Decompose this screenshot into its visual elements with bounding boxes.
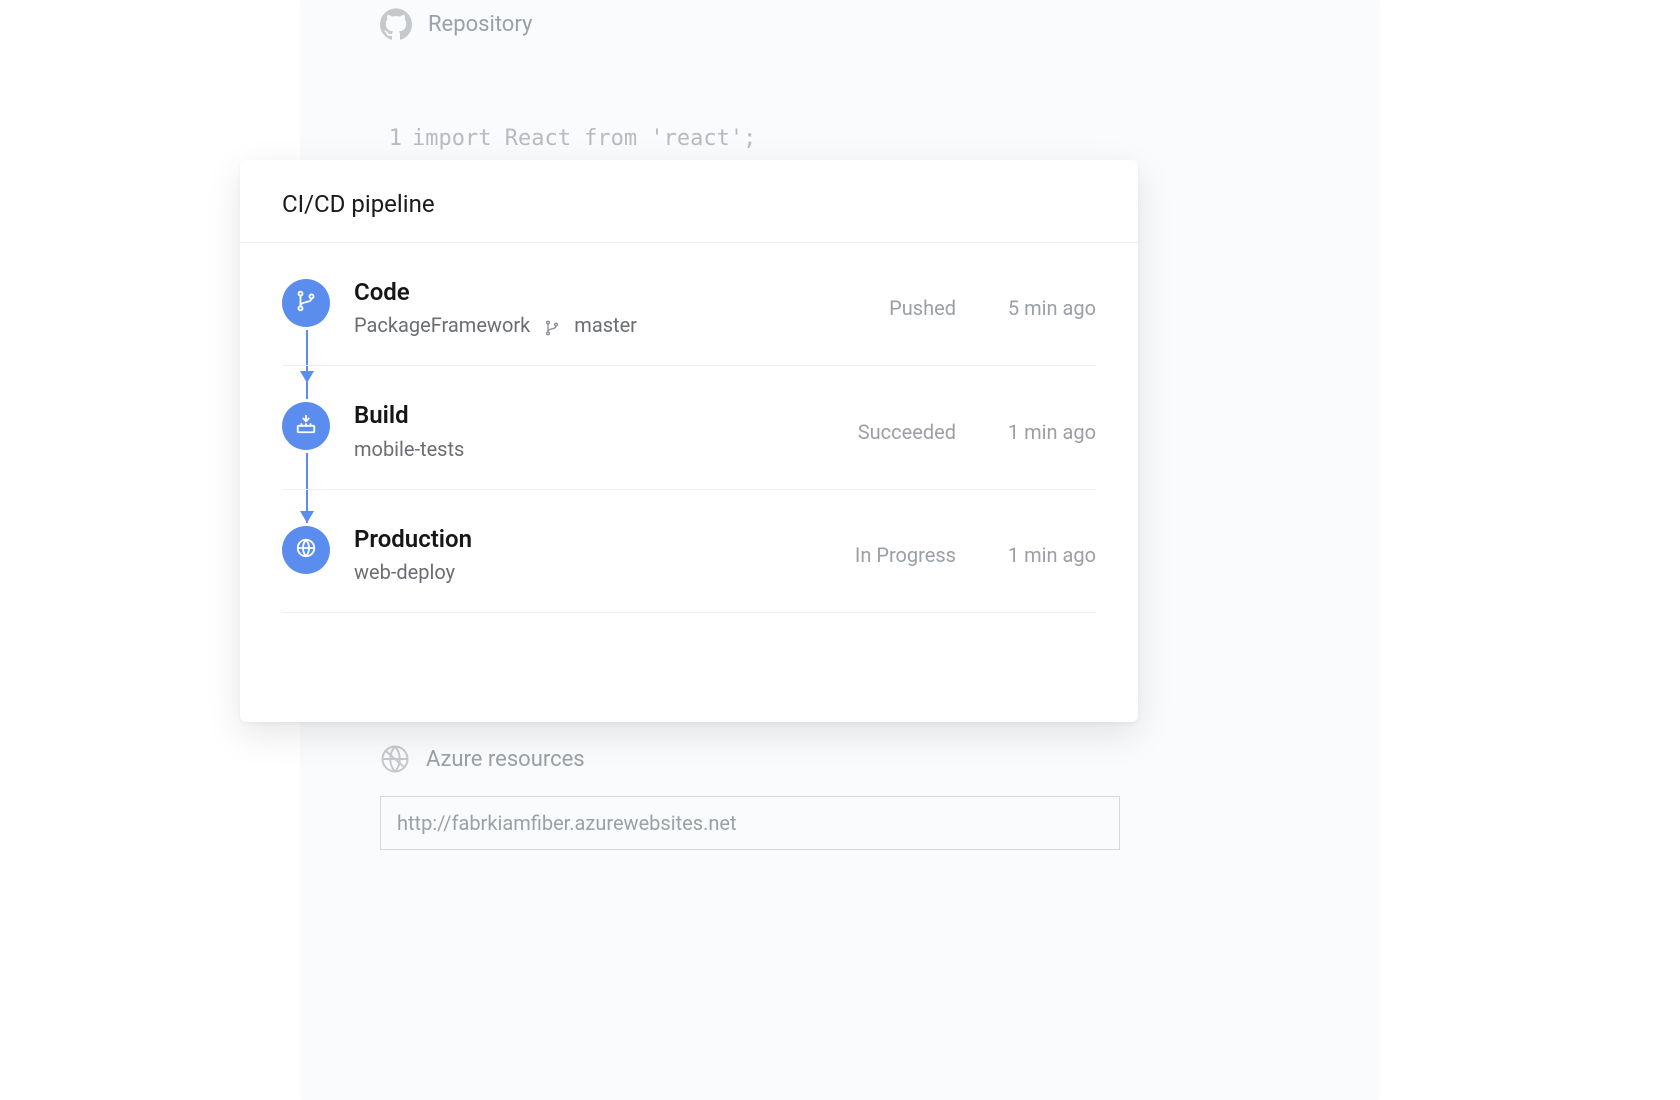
pipeline-card: CI/CD pipeline Code [240,160,1138,722]
azure-resources-label: Azure resources [426,747,585,772]
repository-header: Repository [380,8,532,40]
stage-title: Code [354,279,806,305]
stage-title: Build [354,402,806,428]
site-url-text: http://fabrkiamfiber.azurewebsites.net [397,811,737,835]
stage-branch: master [574,313,637,337]
pipeline-title: CI/CD pipeline [240,160,1138,243]
stage-time: 1 min ago [956,420,1096,444]
connector-arrow-icon [300,371,314,383]
stage-subtitle: web-deploy [354,560,455,584]
connector-arrow-icon [300,511,314,523]
stage-status: Pushed [806,296,956,320]
stage-status: In Progress [806,543,956,567]
repository-label: Repository [428,12,532,37]
pipeline-stage-code[interactable]: Code PackageFramework master Pushed 5 mi… [282,279,1096,366]
azure-resources-header: Azure resources [380,744,585,774]
stage-time: 5 min ago [956,296,1096,320]
branch-icon [295,290,317,316]
pipeline-stage-production[interactable]: Production web-deploy In Progress 1 min … [282,526,1096,613]
stage-time: 1 min ago [956,543,1096,567]
stage-subtitle: PackageFramework [354,313,530,337]
pipeline-stages: Code PackageFramework master Pushed 5 mi… [240,243,1138,623]
build-icon [295,413,317,439]
branch-mini-icon [544,317,560,333]
stage-badge [282,526,330,574]
stage-badge [282,402,330,450]
stage-status: Succeeded [806,420,956,444]
stage-subtitle: mobile-tests [354,437,464,461]
azure-globe-icon [380,744,410,774]
stage-title: Production [354,526,806,552]
pipeline-stage-build[interactable]: Build mobile-tests Succeeded 1 min ago [282,402,1096,489]
globe-icon [295,537,317,563]
stage-badge [282,279,330,327]
github-icon [380,8,412,40]
site-url-field[interactable]: http://fabrkiamfiber.azurewebsites.net [380,796,1120,850]
